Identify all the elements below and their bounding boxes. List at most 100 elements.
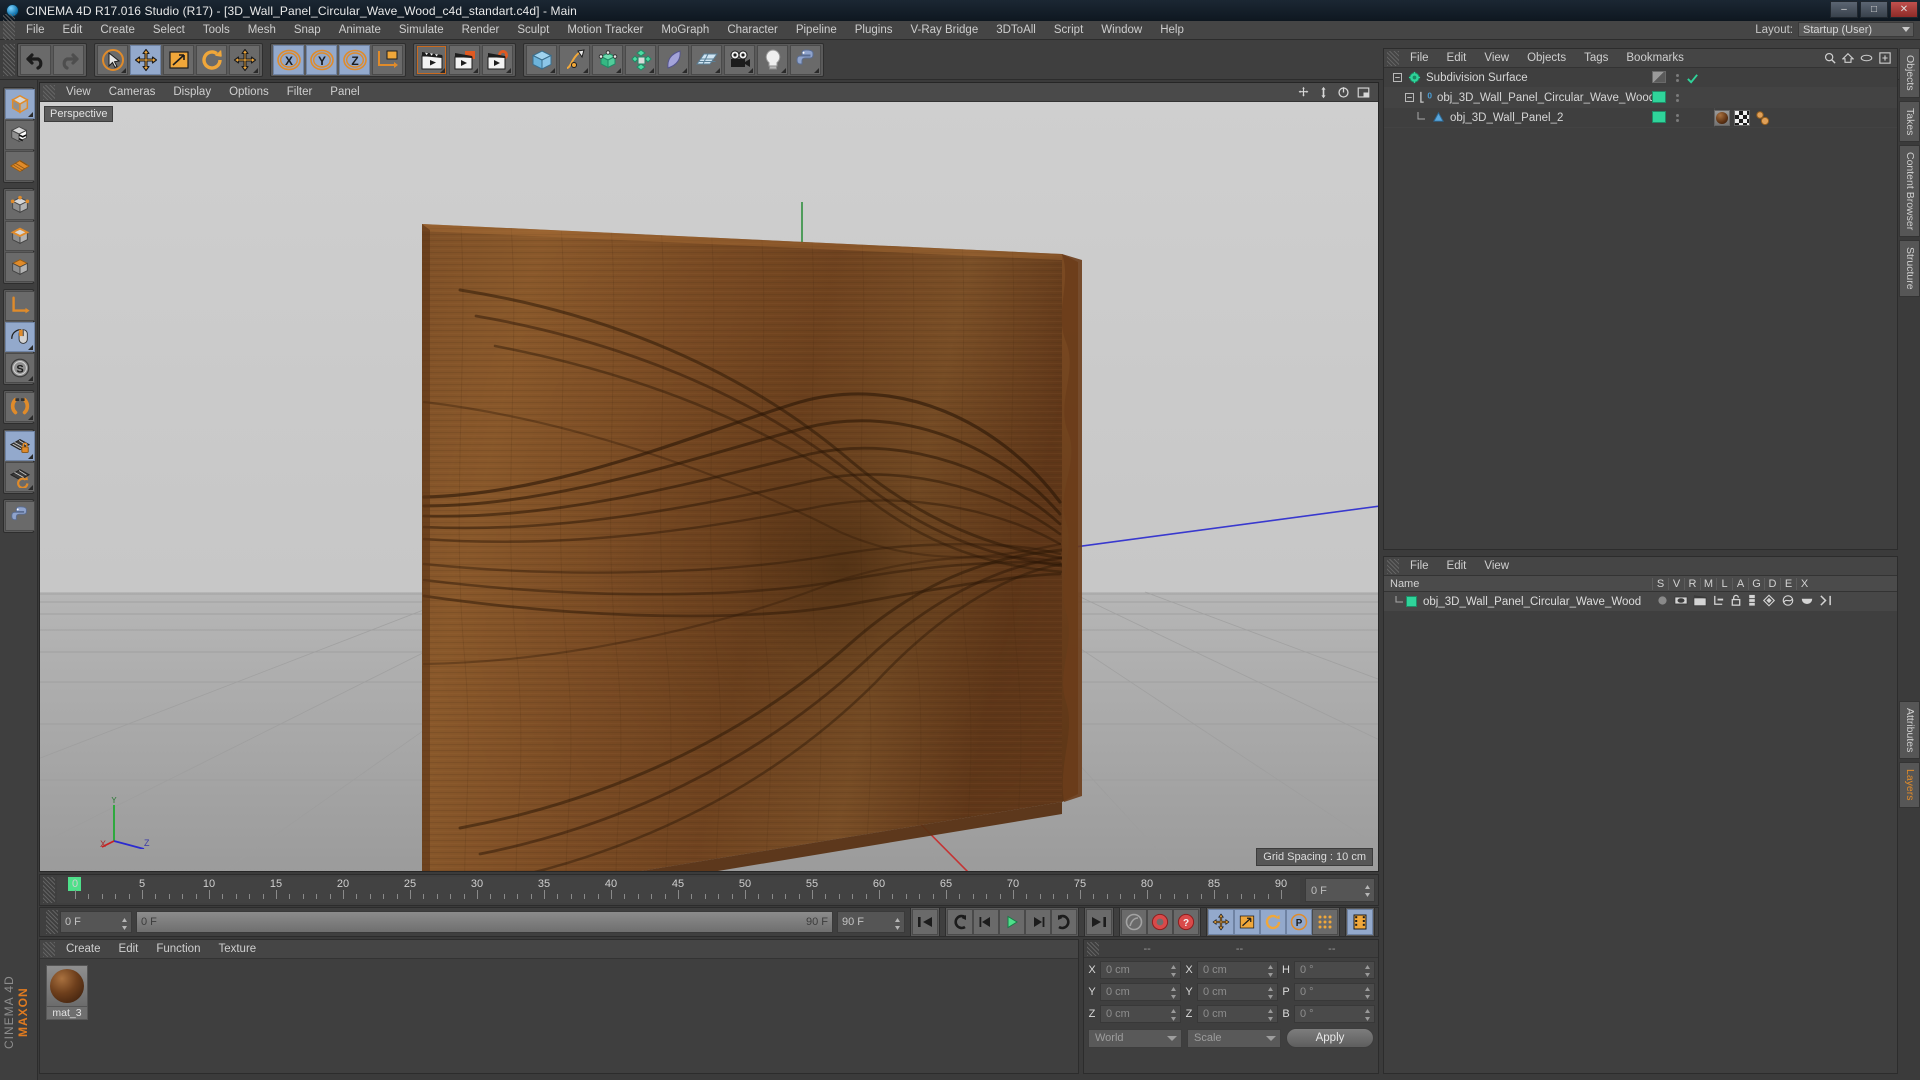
- lock-toggle-icon[interactable]: [1730, 594, 1742, 607]
- move-duplicate-button[interactable]: [229, 44, 260, 75]
- material-menu-function[interactable]: Function: [147, 940, 209, 959]
- texture-mode-icon[interactable]: [5, 120, 35, 150]
- scene-button[interactable]: [691, 44, 722, 75]
- rotation-p-input[interactable]: 0 °: [1294, 983, 1375, 1001]
- axis-x-button[interactable]: X: [273, 44, 304, 75]
- undo-button[interactable]: [20, 44, 51, 75]
- spinner-icon[interactable]: [121, 917, 128, 931]
- menu-vray-bridge[interactable]: V-Ray Bridge: [901, 21, 987, 40]
- layer-col-d[interactable]: D: [1764, 577, 1780, 590]
- workplane-icon[interactable]: [5, 151, 35, 181]
- play-button[interactable]: [999, 909, 1025, 935]
- menu-animate[interactable]: Animate: [330, 21, 390, 40]
- scale-tool-button[interactable]: [163, 44, 194, 75]
- layout-select[interactable]: Startup (User): [1798, 22, 1914, 37]
- viewport-menu-view[interactable]: View: [57, 83, 100, 102]
- menu-motion-tracker[interactable]: Motion Tracker: [558, 21, 652, 40]
- size-y-input[interactable]: 0 cm: [1197, 983, 1278, 1001]
- menu-3dtoall[interactable]: 3DToAll: [987, 21, 1045, 40]
- time-slider[interactable]: 0 F 90 F: [136, 911, 833, 933]
- manager-toggle-icon[interactable]: [1712, 594, 1725, 607]
- tab-structure[interactable]: Structure: [1899, 240, 1920, 297]
- layer-col-g[interactable]: G: [1748, 577, 1764, 590]
- spinner-icon[interactable]: [1170, 965, 1177, 977]
- spinner-icon[interactable]: [1364, 987, 1371, 999]
- search-icon[interactable]: [1824, 52, 1836, 64]
- objmgr-menu-objects[interactable]: Objects: [1518, 49, 1575, 68]
- current-frame-field[interactable]: 0 F: [60, 911, 132, 933]
- move-key-icon[interactable]: [1208, 909, 1234, 935]
- object-row-wall-panel-2[interactable]: obj_3D_Wall_Panel_2: [1384, 108, 1897, 128]
- make-editable-icon[interactable]: [5, 89, 35, 119]
- menu-mesh[interactable]: Mesh: [239, 21, 285, 40]
- layer-col-x[interactable]: X: [1796, 577, 1812, 590]
- viewport-canvas[interactable]: [40, 102, 1378, 871]
- spinner-icon[interactable]: [1170, 987, 1177, 999]
- point-level-key-icon[interactable]: [1312, 909, 1338, 935]
- menu-help[interactable]: Help: [1151, 21, 1193, 40]
- object-color-swatch[interactable]: [1652, 111, 1666, 123]
- spline-pen-button[interactable]: [559, 44, 590, 75]
- polygons-mode-icon[interactable]: [5, 252, 35, 282]
- layer-col-l[interactable]: L: [1716, 577, 1732, 590]
- layer-color-swatch[interactable]: [1406, 596, 1417, 607]
- render-view-button[interactable]: [416, 44, 447, 75]
- preview-end-field[interactable]: 90 F: [837, 911, 905, 933]
- autokey-button[interactable]: [1121, 909, 1147, 935]
- rotate-view-icon[interactable]: [1337, 86, 1350, 99]
- tab-takes[interactable]: Takes: [1899, 100, 1920, 143]
- python-icon[interactable]: [5, 501, 35, 531]
- visibility-toggle-dots[interactable]: [1671, 108, 1683, 128]
- position-y-input[interactable]: 0 cm: [1100, 983, 1181, 1001]
- xref-toggle-icon[interactable]: [1819, 594, 1832, 607]
- layer-col-r[interactable]: R: [1684, 577, 1700, 590]
- parameter-key-icon[interactable]: P: [1286, 909, 1312, 935]
- timeline-grip-handle[interactable]: [43, 877, 55, 903]
- tab-content-browser[interactable]: Content Browser: [1899, 145, 1920, 238]
- deformers-button[interactable]: [658, 44, 689, 75]
- rotate-key-icon[interactable]: [1260, 909, 1286, 935]
- spinner-icon[interactable]: [1267, 987, 1274, 999]
- spinner-icon[interactable]: [894, 917, 901, 931]
- rotate-tool-button[interactable]: [196, 44, 227, 75]
- move-tool-button[interactable]: [130, 44, 161, 75]
- axis-z-button[interactable]: Z: [339, 44, 370, 75]
- go-to-start-button[interactable]: [912, 909, 938, 935]
- eye-icon[interactable]: [1860, 53, 1873, 63]
- viewport-grip-handle[interactable]: [43, 84, 55, 100]
- menu-file[interactable]: File: [17, 21, 54, 40]
- animation-toggle-icon[interactable]: [1747, 594, 1757, 607]
- spinner-icon[interactable]: [1267, 1009, 1274, 1021]
- animbar-grip-handle[interactable]: [46, 910, 58, 934]
- spinner-icon[interactable]: [1267, 965, 1274, 977]
- layer-col-e[interactable]: E: [1780, 577, 1796, 590]
- menu-render[interactable]: Render: [453, 21, 509, 40]
- viewport-scale-icon[interactable]: S: [5, 353, 35, 383]
- size-x-input[interactable]: 0 cm: [1197, 961, 1278, 979]
- object-row-subdivision-surface[interactable]: Subdivision Surface: [1384, 68, 1897, 88]
- menu-character[interactable]: Character: [718, 21, 787, 40]
- mograph-button[interactable]: [625, 44, 656, 75]
- generators-button[interactable]: [592, 44, 623, 75]
- edges-mode-icon[interactable]: [5, 221, 35, 251]
- expand-collapse-icon[interactable]: [1392, 72, 1403, 83]
- spinner-icon[interactable]: [1364, 965, 1371, 977]
- apply-button[interactable]: Apply: [1286, 1028, 1374, 1048]
- material-grip-handle[interactable]: [43, 941, 55, 957]
- rotation-b-input[interactable]: 0 °: [1294, 1005, 1375, 1023]
- layer-col-m[interactable]: M: [1700, 577, 1716, 590]
- menu-window[interactable]: Window: [1092, 21, 1151, 40]
- visibility-dots-icon[interactable]: [1652, 71, 1666, 83]
- timeline-icon[interactable]: [1347, 909, 1373, 935]
- play-forward-keyframe-button[interactable]: [1051, 909, 1077, 935]
- menu-tools[interactable]: Tools: [194, 21, 239, 40]
- viewport-menu-cameras[interactable]: Cameras: [100, 83, 165, 102]
- viewport-menu-filter[interactable]: Filter: [278, 83, 322, 102]
- menu-edit[interactable]: Edit: [54, 21, 92, 40]
- python-generator-button[interactable]: [790, 44, 821, 75]
- tab-objects[interactable]: Objects: [1899, 48, 1920, 98]
- position-x-input[interactable]: 0 cm: [1100, 961, 1181, 979]
- deformer-toggle-icon[interactable]: [1781, 594, 1795, 607]
- coordinate-system-button[interactable]: [372, 44, 403, 75]
- menu-plugins[interactable]: Plugins: [846, 21, 902, 40]
